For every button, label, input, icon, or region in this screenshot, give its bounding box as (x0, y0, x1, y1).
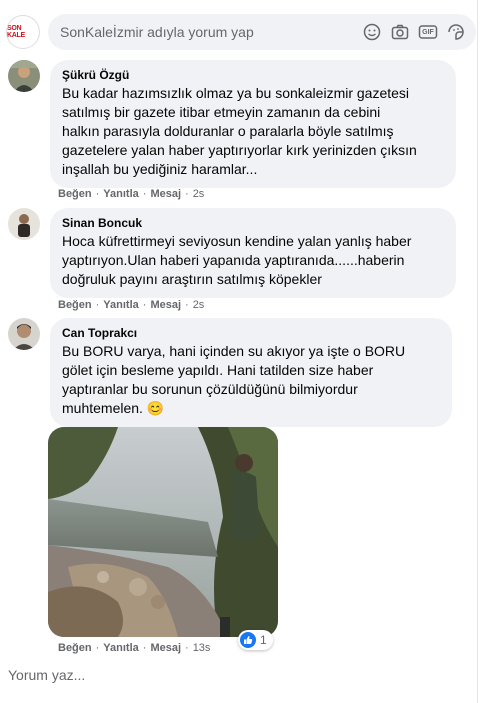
message-link[interactable]: Mesaj (150, 642, 181, 654)
like-link[interactable]: Beğen (58, 188, 92, 200)
avatar[interactable] (8, 208, 40, 240)
gif-icon-label: GIF (422, 29, 434, 36)
sticker-icon[interactable] (446, 22, 466, 42)
separator: · (142, 642, 147, 654)
reaction-summary[interactable]: 1 (238, 630, 273, 650)
message-link[interactable]: Mesaj (150, 188, 181, 200)
panel-border (477, 0, 478, 703)
comment-compose-row: SON KALE SonKaleİzmir adıyla yorum yap G… (6, 12, 476, 52)
comment-item: Sinan Boncuk Hoca küfrettirmeyi seviyosu… (8, 208, 468, 314)
separator: · (185, 188, 189, 200)
comment-bubble: Can Toprakcı Bu BORU varya, hani içinden… (50, 318, 452, 427)
comment-actions: Beğen · Yanıtla · Mesaj · 13s (58, 642, 210, 654)
comment-input[interactable]: SonKaleİzmir adıyla yorum yap GIF (48, 14, 476, 50)
comment-bubble: Şükrü Özgü Bu kadar hazımsızlık olmaz ya… (50, 60, 456, 188)
separator: · (95, 188, 100, 200)
avatar[interactable] (8, 318, 40, 350)
camera-icon[interactable] (390, 22, 410, 42)
comment-author[interactable]: Şükrü Özgü (62, 67, 444, 83)
comment-text: Bu kadar hazımsızlık olmaz ya bu sonkale… (62, 85, 417, 177)
gif-icon[interactable]: GIF (418, 22, 438, 42)
like-reaction-icon (240, 632, 256, 648)
comment-timestamp[interactable]: 2s (193, 299, 205, 311)
reply-link[interactable]: Yanıtla (103, 642, 138, 654)
comment-text: Hoca küfrettirmeyi seviyosun kendine yal… (62, 233, 412, 287)
separator: · (185, 642, 189, 654)
write-comment-bar[interactable]: Yorum yaz... (0, 660, 500, 690)
comment-text: Bu BORU varya, hani içinden su akıyor ya… (62, 343, 406, 416)
write-comment-placeholder: Yorum yaz... (8, 667, 86, 683)
separator: · (95, 299, 100, 311)
comment-item: Can Toprakcı Bu BORU varya, hani içinden… (8, 318, 468, 658)
avatar[interactable] (8, 60, 40, 92)
separator: · (185, 299, 189, 311)
compose-icons: GIF (362, 22, 466, 42)
separator: · (142, 188, 147, 200)
reaction-count: 1 (260, 633, 267, 647)
message-link[interactable]: Mesaj (150, 299, 181, 311)
page-logo-text: SON KALE (7, 25, 25, 39)
separator: · (142, 299, 147, 311)
comment-actions: Beğen · Yanıtla · Mesaj · 2s (58, 299, 204, 311)
page-avatar[interactable]: SON KALE (6, 15, 40, 49)
reply-link[interactable]: Yanıtla (103, 299, 138, 311)
smiley-icon[interactable] (362, 22, 382, 42)
comment-timestamp[interactable]: 13s (193, 642, 211, 654)
comment-author[interactable]: Can Toprakcı (62, 325, 440, 341)
comment-input-placeholder: SonKaleİzmir adıyla yorum yap (60, 24, 254, 40)
comment-bubble: Sinan Boncuk Hoca küfrettirmeyi seviyosu… (50, 208, 456, 298)
like-link[interactable]: Beğen (58, 299, 92, 311)
reply-link[interactable]: Yanıtla (103, 188, 138, 200)
comment-author[interactable]: Sinan Boncuk (62, 215, 444, 231)
separator: · (95, 642, 100, 654)
comment-timestamp[interactable]: 2s (193, 188, 205, 200)
comment-item: Şükrü Özgü Bu kadar hazımsızlık olmaz ya… (8, 60, 468, 200)
comment-photo[interactable] (48, 427, 278, 637)
comment-actions: Beğen · Yanıtla · Mesaj · 2s (58, 188, 204, 200)
like-link[interactable]: Beğen (58, 642, 92, 654)
